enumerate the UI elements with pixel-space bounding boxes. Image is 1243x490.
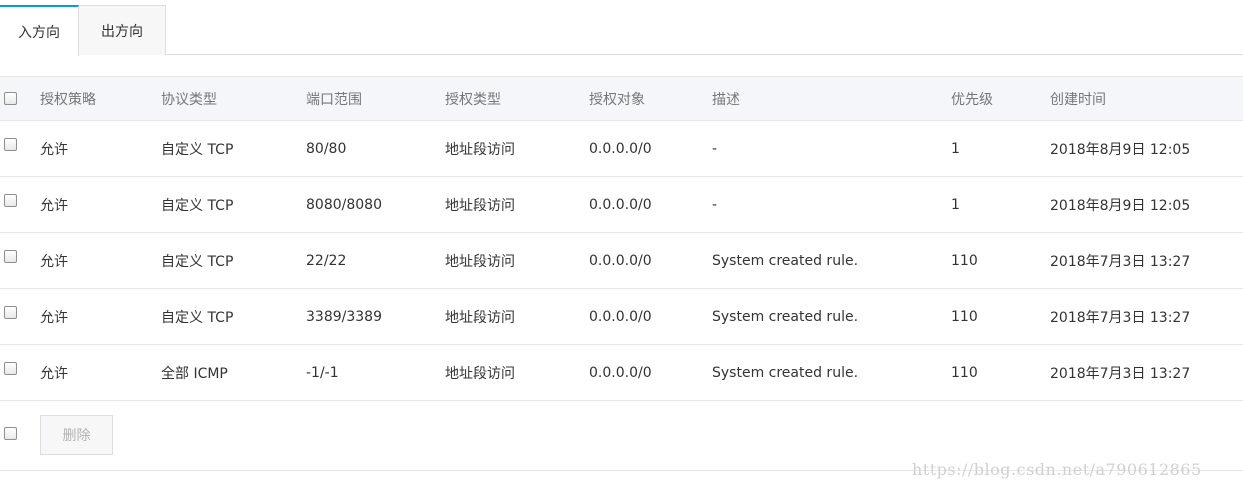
cell-priority: 110 [951,364,978,381]
select-all-checkbox[interactable] [4,92,17,105]
table-row: 允许 自定义 TCP 80/80 地址段访问 0.0.0.0/0 - 1 201… [0,121,1243,177]
cell-priority: 1 [951,196,960,213]
cell-priority: 110 [951,308,978,325]
cell-created-time: 2018年8月9日 12:05 [1050,141,1191,158]
header-created-time: 创建时间 [1050,91,1106,108]
cell-priority: 1 [951,140,960,157]
cell-description: - [712,140,718,157]
cell-auth-type: 地址段访问 [445,365,515,382]
cell-description: System created rule. [712,252,859,269]
cell-port-range: -1/-1 [306,364,339,381]
cell-created-time: 2018年7月3日 13:27 [1050,309,1191,326]
cell-port-range: 3389/3389 [306,308,382,325]
header-port-range: 端口范围 [306,91,362,108]
cell-auth-object: 0.0.0.0/0 [589,252,652,269]
cell-protocol: 自定义 TCP [161,197,234,214]
rules-table: 授权策略 协议类型 端口范围 授权类型 授权对象 描述 优先级 创建时间 允许 … [0,76,1243,401]
table-row: 允许 自定义 TCP 3389/3389 地址段访问 0.0.0.0/0 Sys… [0,289,1243,345]
cell-policy: 允许 [40,309,68,326]
security-group-rules-page: 入方向 出方向 授权策略 协议类型 端口范围 授权类型 授权对象 描述 优先级 … [0,0,1243,490]
row-checkbox[interactable] [4,138,17,151]
cell-port-range: 80/80 [306,140,347,157]
row-checkbox[interactable] [4,194,17,207]
cell-protocol: 自定义 TCP [161,309,234,326]
row-checkbox-cell [4,289,17,344]
cell-description: System created rule. [712,308,859,325]
delete-button[interactable]: 删除 [40,415,113,455]
row-checkbox[interactable] [4,306,17,319]
header-description: 描述 [712,91,740,108]
row-checkbox[interactable] [4,250,17,263]
cell-protocol: 全部 ICMP [161,365,228,382]
watermark: https://blog.csdn.net/a790612865 [912,460,1202,479]
cell-auth-object: 0.0.0.0/0 [589,308,652,325]
cell-created-time: 2018年7月3日 13:27 [1050,365,1191,382]
row-checkbox-cell [4,233,17,288]
cell-protocol: 自定义 TCP [161,253,234,270]
cell-port-range: 8080/8080 [306,196,382,213]
tab-outbound[interactable]: 出方向 [79,5,166,55]
row-checkbox-cell [4,345,17,400]
header-policy: 授权策略 [40,91,96,108]
cell-auth-object: 0.0.0.0/0 [589,196,652,213]
cell-created-time: 2018年7月3日 13:27 [1050,253,1191,270]
table-row: 允许 自定义 TCP 22/22 地址段访问 0.0.0.0/0 System … [0,233,1243,289]
cell-policy: 允许 [40,253,68,270]
cell-policy: 允许 [40,197,68,214]
select-all-checkbox-cell [4,77,17,120]
header-priority: 优先级 [951,91,993,108]
direction-tabs: 入方向 出方向 [0,0,1243,56]
header-protocol: 协议类型 [161,91,217,108]
row-checkbox[interactable] [4,362,17,375]
tab-inbound[interactable]: 入方向 [0,5,79,56]
cell-priority: 110 [951,252,978,269]
footer-select-all-checkbox[interactable] [4,427,17,440]
cell-description: - [712,196,718,213]
cell-auth-object: 0.0.0.0/0 [589,364,652,381]
header-auth-type: 授权类型 [445,91,501,108]
cell-auth-type: 地址段访问 [445,141,515,158]
cell-protocol: 自定义 TCP [161,141,234,158]
table-row: 允许 全部 ICMP -1/-1 地址段访问 0.0.0.0/0 System … [0,345,1243,401]
cell-port-range: 22/22 [306,252,347,269]
table-header: 授权策略 协议类型 端口范围 授权类型 授权对象 描述 优先级 创建时间 [0,76,1243,121]
row-checkbox-cell [4,121,17,176]
cell-auth-type: 地址段访问 [445,309,515,326]
cell-policy: 允许 [40,141,68,158]
footer-checkbox-wrap [4,427,17,440]
cell-auth-object: 0.0.0.0/0 [589,140,652,157]
cell-auth-type: 地址段访问 [445,197,515,214]
cell-policy: 允许 [40,365,68,382]
cell-created-time: 2018年8月9日 12:05 [1050,197,1191,214]
cell-auth-type: 地址段访问 [445,253,515,270]
table-row: 允许 自定义 TCP 8080/8080 地址段访问 0.0.0.0/0 - 1… [0,177,1243,233]
header-auth-object: 授权对象 [589,91,645,108]
row-checkbox-cell [4,177,17,232]
cell-description: System created rule. [712,364,859,381]
